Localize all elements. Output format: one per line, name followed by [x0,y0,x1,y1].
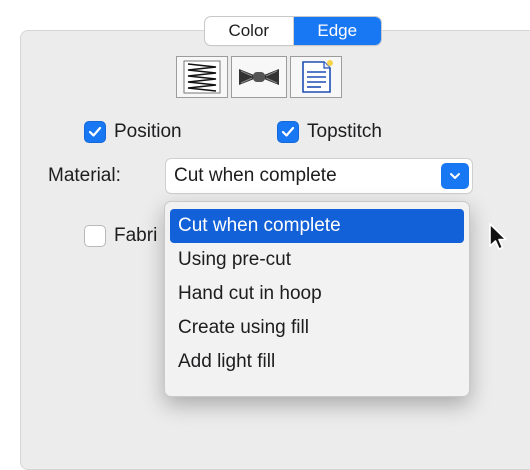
zigzag-stitch-icon [183,60,221,94]
document-stitch-icon [302,60,333,93]
topstitch-label: Topstitch [307,121,382,142]
fabric-label: Fabri [114,225,158,246]
material-dropdown-menu: Cut when complete Using pre-cut Hand cut… [164,201,470,397]
bowtie-stitch-icon [239,69,279,85]
zigzag-stitch-button[interactable] [176,56,228,98]
menu-item-create-using-fill[interactable]: Create using fill [170,311,464,345]
topstitch-checkbox-row[interactable]: Topstitch [277,121,382,143]
position-checkbox[interactable] [84,121,106,143]
position-label: Position [114,121,182,142]
fabric-checkbox[interactable] [84,225,106,247]
menu-item-cut-when-complete[interactable]: Cut when complete [170,209,464,243]
tab-color[interactable]: Color [205,17,294,45]
material-select-value: Cut when complete [174,165,337,186]
fabric-checkbox-row[interactable]: Fabri [84,225,157,247]
menu-item-using-pre-cut[interactable]: Using pre-cut [170,243,464,277]
mouse-cursor-icon [489,223,507,250]
checkmark-icon [88,126,102,137]
checkmark-icon [281,126,295,137]
material-select[interactable]: Cut when complete [166,159,472,193]
topstitch-checkbox[interactable] [277,121,299,143]
stitch-type-toolbar [176,56,342,98]
tab-edge[interactable]: Edge [293,17,381,45]
chevron-down-icon[interactable] [441,163,469,189]
menu-item-add-light-fill[interactable]: Add light fill [170,345,464,379]
document-stitch-button[interactable] [290,56,342,98]
bowtie-stitch-button[interactable] [231,56,287,98]
material-label: Material: [48,165,121,186]
menu-item-hand-cut-in-hoop[interactable]: Hand cut in hoop [170,277,464,311]
tab-segmented-control: Color Edge [205,17,381,45]
position-checkbox-row[interactable]: Position [84,121,182,143]
